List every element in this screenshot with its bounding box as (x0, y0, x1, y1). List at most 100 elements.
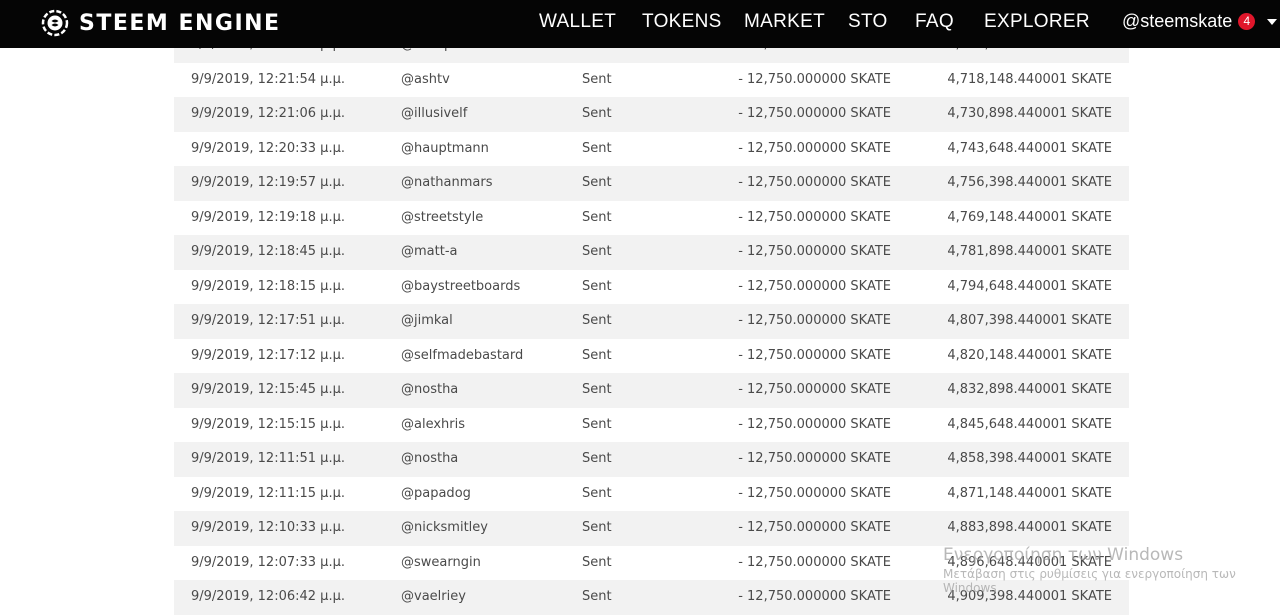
transaction-type: Sent (582, 71, 612, 87)
nav-faq[interactable]: FAQ (915, 11, 954, 33)
transaction-type: Sent (582, 554, 612, 570)
brand[interactable]: STEEM ENGINE (41, 9, 281, 37)
nav-wallet[interactable]: WALLET (539, 11, 616, 33)
transaction-account-link[interactable]: @papadog (401, 477, 471, 512)
table-row: 9/9/2019, 12:21:54 μ.μ. @ashtv Sent - 12,75… (174, 63, 1129, 98)
transaction-amount: - 12,750.000000 SKATE (738, 175, 891, 190)
nav-tokens[interactable]: TOKENS (642, 11, 722, 33)
transaction-balance: 4,730,898.440001 SKATE (947, 106, 1112, 121)
transaction-type: Sent (582, 589, 612, 604)
steem-engine-logo-icon (41, 9, 69, 37)
transaction-amount: - 12,750.000000 SKATE (738, 106, 891, 121)
transaction-balance: 4,820,148.440001 SKATE (947, 347, 1112, 363)
table-row: 9/9/2019, 12:18:45 μ.μ. @matt-a Sent - 12,7… (174, 235, 1129, 270)
transaction-date: 9/9/2019, 12:19:18 μ.μ. (191, 209, 345, 225)
transaction-date: 9/9/2019, 12:19:57 μ.μ. (191, 175, 345, 190)
transaction-type: Sent (582, 278, 612, 294)
transaction-type: Sent (582, 347, 612, 363)
transaction-amount: - 12,750.000000 SKATE (738, 416, 891, 432)
transaction-account-link[interactable]: @jimkal (401, 304, 453, 339)
transaction-account-link[interactable]: @matt-a (401, 235, 457, 270)
transaction-account-link[interactable]: @illusivelf (401, 97, 467, 132)
transaction-balance: 4,909,398.440001 SKATE (947, 589, 1112, 604)
transaction-balance: 4,769,148.440001 SKATE (947, 209, 1112, 225)
transaction-type: Sent (582, 106, 612, 121)
nav-market[interactable]: MARKET (744, 11, 825, 33)
table-row: 9/9/2019, 12:19:18 μ.μ. @streetstyle Sent -… (174, 201, 1129, 236)
transaction-account-link[interactable]: @selfmadebastard (401, 339, 523, 374)
transaction-account-link[interactable]: @nostha (401, 442, 458, 477)
transaction-type: Sent (582, 451, 612, 466)
transaction-balance: 4,756,398.440001 SKATE (947, 175, 1112, 190)
table-row: 9/9/2019, 12:11:51 μ.μ. @nostha Sent - 12,7… (174, 442, 1129, 477)
transaction-account-link[interactable]: @nostha (401, 373, 458, 408)
transaction-date: 9/9/2019, 12:15:45 μ.μ. (191, 382, 345, 397)
transaction-amount: - 12,750.000000 SKATE (738, 589, 891, 604)
table-row: 9/9/2019, 12:21:06 μ.μ. @illusivelf Sent - … (174, 97, 1129, 132)
transaction-date: 9/9/2019, 12:17:12 μ.μ. (191, 347, 345, 363)
transaction-date: 9/9/2019, 12:18:15 μ.μ. (191, 278, 345, 294)
transaction-balance: 4,871,148.440001 SKATE (947, 485, 1112, 501)
transaction-account-link[interactable]: @ashtv (401, 63, 450, 98)
transaction-amount: - 12,750.000000 SKATE (738, 313, 891, 328)
username: @steemskate (1122, 11, 1233, 31)
transaction-amount: - 12,750.000000 SKATE (738, 140, 891, 156)
transaction-type: Sent (582, 209, 612, 225)
transaction-account-link[interactable]: @vaelriey (401, 580, 466, 615)
chevron-down-icon[interactable] (1267, 18, 1278, 25)
user-menu[interactable]: @steemskate 4 (1122, 11, 1278, 32)
transaction-date: 9/9/2019, 12:15:15 μ.μ. (191, 416, 345, 432)
table-row: 9/9/2019, 12:17:51 μ.μ. @jimkal Sent - 12,7… (174, 304, 1129, 339)
transaction-type: Sent (582, 485, 612, 501)
transaction-type: Sent (582, 520, 612, 535)
table-row: 9/9/2019, 12:10:33 μ.μ. @nicksmitley Sent -… (174, 511, 1129, 546)
table-row: 9/9/2019, 12:15:45 μ.μ. @nostha Sent - 12,7… (174, 373, 1129, 408)
transaction-amount: - 12,750.000000 SKATE (738, 347, 891, 363)
transaction-date: 9/9/2019, 12:21:06 μ.μ. (191, 106, 345, 121)
transaction-date: 9/9/2019, 12:20:33 μ.μ. (191, 140, 345, 156)
transaction-account-link[interactable]: @baystreetboards (401, 270, 520, 305)
table-row: 9/9/2019, 12:15:15 μ.μ. @alexhris Sent - 12… (174, 408, 1129, 443)
transaction-date: 9/9/2019, 12:07:33 μ.μ. (191, 554, 345, 570)
transaction-balance: 4,883,898.440001 SKATE (947, 520, 1112, 535)
transaction-balance: 4,858,398.440001 SKATE (947, 451, 1112, 466)
table-row: 9/9/2019, 12:17:12 μ.μ. @selfmadebastard S… (174, 339, 1129, 374)
transaction-amount: - 12,750.000000 SKATE (738, 71, 891, 87)
transaction-balance: 4,832,898.440001 SKATE (947, 382, 1112, 397)
transaction-type: Sent (582, 416, 612, 432)
transaction-balance: 4,743,648.440001 SKATE (947, 140, 1112, 156)
transaction-date: 9/9/2019, 12:06:42 μ.μ. (191, 589, 345, 604)
brand-name: STEEM ENGINE (79, 10, 281, 36)
transaction-account-link[interactable]: @alexhris (401, 408, 465, 443)
transaction-balance: 4,896,648.440001 SKATE (947, 554, 1112, 570)
transaction-amount: - 12,750.000000 SKATE (738, 244, 891, 259)
table-row: 9/9/2019, 12:06:42 μ.μ. @vaelriey Sent - 12… (174, 580, 1129, 615)
transaction-date: 9/9/2019, 12:21:54 μ.μ. (191, 71, 345, 87)
transaction-balance: 4,807,398.440001 SKATE (947, 313, 1112, 328)
transaction-amount: - 12,750.000000 SKATE (738, 278, 891, 294)
table-row: 9/9/2019, 12:19:57 μ.μ. @nathanmars Sent - … (174, 166, 1129, 201)
table-row: 9/9/2019, 12:18:15 μ.μ. @baystreetboards S… (174, 270, 1129, 305)
nav-sto[interactable]: STO (848, 11, 888, 33)
transaction-account-link[interactable]: @hauptmann (401, 132, 489, 167)
notification-badge[interactable]: 4 (1238, 13, 1256, 30)
transaction-account-link[interactable]: @nathanmars (401, 166, 493, 201)
transaction-date: 9/9/2019, 12:11:51 μ.μ. (191, 451, 345, 466)
table-row: 9/9/2019, 12:20:33 μ.μ. @hauptmann Sent - 1… (174, 132, 1129, 167)
transaction-amount: - 12,750.000000 SKATE (738, 485, 891, 501)
nav-explorer[interactable]: EXPLORER (984, 11, 1090, 33)
transaction-type: Sent (582, 382, 612, 397)
transaction-account-link[interactable]: @nicksmitley (401, 511, 488, 546)
transaction-account-link[interactable]: @swearngin (401, 546, 481, 581)
top-navbar: STEEM ENGINE WALLET TOKENS MARKET STO FA… (0, 0, 1280, 48)
table-row: 9/9/2019, 12:07:33 μ.μ. @swearngin Sent - 1… (174, 546, 1129, 581)
transaction-account-link[interactable]: @streetstyle (401, 201, 483, 236)
table-row: 9/9/2019, 12:11:15 μ.μ. @papadog Sent - 12,… (174, 477, 1129, 512)
transaction-amount: - 12,750.000000 SKATE (738, 451, 891, 466)
transaction-balance: 4,781,898.440001 SKATE (947, 244, 1112, 259)
transaction-balance: 4,794,648.440001 SKATE (947, 278, 1112, 294)
transaction-balance: 4,845,648.440001 SKATE (947, 416, 1112, 432)
transaction-amount: - 12,750.000000 SKATE (738, 520, 891, 535)
transaction-table: 9/9/2019, 12:22:24 μ.μ.@intrepidsurferSe… (174, 28, 1129, 615)
transaction-date: 9/9/2019, 12:18:45 μ.μ. (191, 244, 345, 259)
